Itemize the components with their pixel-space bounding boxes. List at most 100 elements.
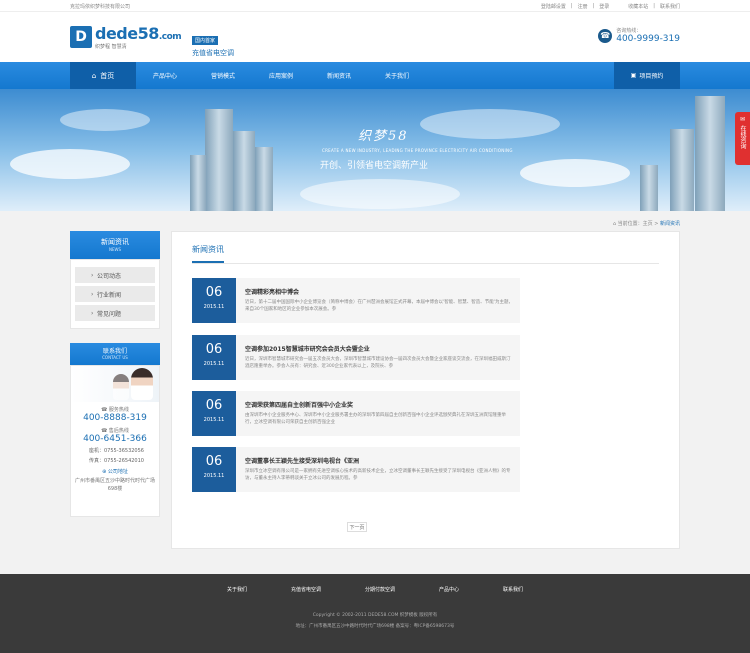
news-title[interactable]: 空调荣获第四届自主创新百强中小企业奖 bbox=[245, 400, 353, 409]
slogan-text: 充值省电空调 bbox=[192, 49, 234, 57]
header: D dede58.com 织梦程 智慧清 国内首家 充值省电空调 ☎ 咨询热线：… bbox=[0, 12, 750, 62]
breadcrumb-prefix[interactable]: 当前位置：主页 > bbox=[618, 221, 659, 227]
top-link-login[interactable]: 登录 bbox=[599, 3, 609, 10]
top-links: 登陆邮设置 | 注册 | 登录 收藏本站 | 联系我们 bbox=[540, 3, 680, 10]
footer: 关于我们 充值省电空调 分期付款空调 产品中心 联系我们 Copyright ©… bbox=[0, 574, 750, 653]
news-title[interactable]: 空调参加2015智慧城市研究会会员大会暨企业 bbox=[245, 344, 370, 353]
header-hotline: ☎ 咨询热线： 400-9999-319 bbox=[598, 27, 680, 44]
sidebar-item-faq[interactable]: 常见问题 bbox=[75, 305, 155, 321]
news-item[interactable]: 06 2015.11 空调荣获第四届自主创新百强中小企业奖 由深圳市中小企业服务… bbox=[192, 391, 520, 436]
news-panel-title: 新闻资讯 bbox=[192, 244, 224, 263]
news-panel: 新闻资讯 06 2015.11 空调精彩亮相中博会 近日，第十二届中国国际中小企… bbox=[171, 231, 680, 549]
news-item[interactable]: 06 2015.11 空调董事长王颖先生接受深圳电视台《亚洲 深圳市立冰空调有限… bbox=[192, 447, 520, 492]
breadcrumb: ⌂ 当前位置：主页 > 新闻资讯 bbox=[70, 211, 680, 231]
news-month: 2015.11 bbox=[203, 473, 225, 479]
cs-person bbox=[113, 374, 129, 400]
nav-home[interactable]: ⌂ 首页 bbox=[70, 62, 136, 89]
calendar-icon: ▣ bbox=[630, 72, 637, 79]
home-icon: ⌂ bbox=[91, 71, 97, 80]
footer-address: 地址：广州市番禺区五沙中路时代时代广场698楼 备案号：粤ICP备6598673… bbox=[295, 624, 455, 629]
footer-nav: 关于我们 充值省电空调 分期付款空调 产品中心 联系我们 bbox=[227, 586, 523, 593]
nav-project[interactable]: ▣ 项目预约 bbox=[614, 62, 680, 89]
building bbox=[670, 129, 694, 211]
fax: 传真：0755-26542010 bbox=[89, 458, 144, 464]
news-date: 06 2015.11 bbox=[192, 335, 236, 380]
sidebar-title: 新闻资讯 bbox=[101, 238, 129, 246]
footer-copyright: Copyright © 2002-2011 DEDE58.COM 织梦模板 版权… bbox=[312, 613, 438, 618]
sidebar-item-industry[interactable]: 行业新闻 bbox=[75, 286, 155, 302]
footer-link-installment[interactable]: 分期付款空调 bbox=[365, 586, 395, 593]
news-month: 2015.11 bbox=[203, 417, 225, 423]
nav-cases[interactable]: 应用案例 bbox=[252, 62, 310, 89]
after-label: ☎ 售后热线 bbox=[101, 428, 129, 434]
news-date: 06 2015.11 bbox=[192, 447, 236, 492]
banner: 织梦58 CREATE A NEW INDUSTRY, LEADING THE … bbox=[0, 89, 750, 211]
news-day: 06 bbox=[205, 285, 223, 300]
after-number: 400-6451-366 bbox=[83, 434, 147, 444]
footer-link-contact[interactable]: 联系我们 bbox=[503, 586, 523, 593]
nav-about[interactable]: 关于我们 bbox=[368, 62, 426, 89]
landline: 座机：0755-36532056 bbox=[89, 448, 144, 454]
banner-subtitle: 开创、引领省电空调新产业 bbox=[320, 161, 429, 171]
banner-english: CREATE A NEW INDUSTRY, LEADING THE PROVI… bbox=[322, 148, 513, 153]
banner-title: 织梦58 bbox=[358, 129, 409, 144]
top-link-contact[interactable]: 联系我们 bbox=[660, 3, 680, 10]
service-number: 400-8888-319 bbox=[83, 413, 147, 423]
top-link-favorite[interactable]: 收藏本站 bbox=[628, 3, 648, 10]
sidebar-title-en: NEWS bbox=[108, 247, 121, 252]
building bbox=[695, 96, 725, 211]
cloud bbox=[60, 109, 150, 131]
building bbox=[640, 165, 658, 211]
location-icon: ⌂ bbox=[612, 221, 617, 227]
main-nav: ⌂ 首页 产品中心 营销模式 应用案例 新闻资讯 关于我们 ▣ 项目预约 bbox=[0, 62, 750, 89]
title-divider bbox=[192, 263, 659, 264]
cloud bbox=[420, 109, 560, 139]
company-name: 克拉玛依织梦科技有限公司 bbox=[70, 4, 131, 10]
service-label: ☎ 服务热线 bbox=[101, 407, 129, 413]
top-link-register[interactable]: 注册 bbox=[578, 3, 588, 10]
news-item[interactable]: 06 2015.11 空调精彩亮相中博会 近日，第十二届中国国际中小企业博览会（… bbox=[192, 278, 520, 323]
news-day: 06 bbox=[205, 342, 223, 357]
news-summary: 深圳市立冰空调有限公司是一家拥有先进空调核心技术的高新技术企业，立冰空调董事长王… bbox=[245, 469, 511, 481]
news-summary: 近日，第十二届中国国际中小企业博览会（简称中博会）在广州琶洲会展馆正式开幕，本届… bbox=[245, 300, 513, 312]
footer-link-about[interactable]: 关于我们 bbox=[227, 586, 247, 593]
cloud bbox=[10, 149, 130, 179]
online-consult-button[interactable]: ✉ 在线咨询 bbox=[735, 112, 750, 165]
nav-products[interactable]: 产品中心 bbox=[136, 62, 194, 89]
news-day: 06 bbox=[205, 454, 223, 469]
cloud bbox=[520, 159, 630, 187]
customer-service-image bbox=[71, 366, 159, 402]
footer-link-recharge[interactable]: 充值省电空调 bbox=[291, 586, 321, 593]
footer-link-products[interactable]: 产品中心 bbox=[439, 586, 459, 593]
news-month: 2015.11 bbox=[203, 304, 225, 310]
news-item[interactable]: 06 2015.11 空调参加2015智慧城市研究会会员大会暨企业 近日，深圳市… bbox=[192, 335, 520, 380]
chat-icon: ✉ bbox=[739, 116, 746, 123]
nav-news[interactable]: 新闻资讯 bbox=[310, 62, 368, 89]
logo-mark: D bbox=[70, 26, 92, 48]
building bbox=[233, 131, 255, 211]
online-consult-label: 在线咨询 bbox=[739, 125, 746, 149]
top-link-home[interactable]: 登陆邮设置 bbox=[541, 3, 566, 10]
address-label: ⊕ 公司地址 bbox=[102, 469, 128, 475]
news-date: 06 2015.11 bbox=[192, 278, 236, 323]
sidebar-menu: 公司动态 行业新闻 常见问题 bbox=[70, 259, 160, 329]
sidebar-item-company[interactable]: 公司动态 bbox=[75, 267, 155, 283]
news-title[interactable]: 空调精彩亮相中博会 bbox=[245, 287, 299, 296]
logo-suffix: .com bbox=[158, 32, 182, 42]
top-bar: 克拉玛依织梦科技有限公司 登陆邮设置 | 注册 | 登录 收藏本站 | 联系我们 bbox=[0, 0, 750, 12]
hotline-number: 400-9999-319 bbox=[616, 34, 680, 44]
contact-header: 联系我们 CONTACT US bbox=[70, 343, 160, 365]
logo[interactable]: D dede58.com 织梦程 智慧清 bbox=[70, 24, 182, 50]
logo-tagline: 织梦程 智慧清 bbox=[95, 44, 127, 50]
building bbox=[190, 155, 206, 211]
breadcrumb-current[interactable]: 新闻资讯 bbox=[660, 221, 680, 227]
news-summary: 由深圳市中小企业服务中心、深圳市中小企业服务署主办的深圳市第四届自主创新百强中小… bbox=[245, 413, 506, 425]
nav-home-label: 首页 bbox=[100, 71, 115, 80]
news-title[interactable]: 空调董事长王颖先生接受深圳电视台《亚洲 bbox=[245, 456, 359, 465]
next-page-button[interactable]: 下一页 bbox=[347, 522, 367, 532]
nav-marketing[interactable]: 营销模式 bbox=[194, 62, 252, 89]
building bbox=[255, 147, 273, 211]
phone-icon: ☎ bbox=[598, 28, 613, 43]
building bbox=[205, 109, 233, 211]
contact-box: ☎ 服务热线 400-8888-319 ☎ 售后热线 400-6451-366 … bbox=[70, 365, 160, 517]
